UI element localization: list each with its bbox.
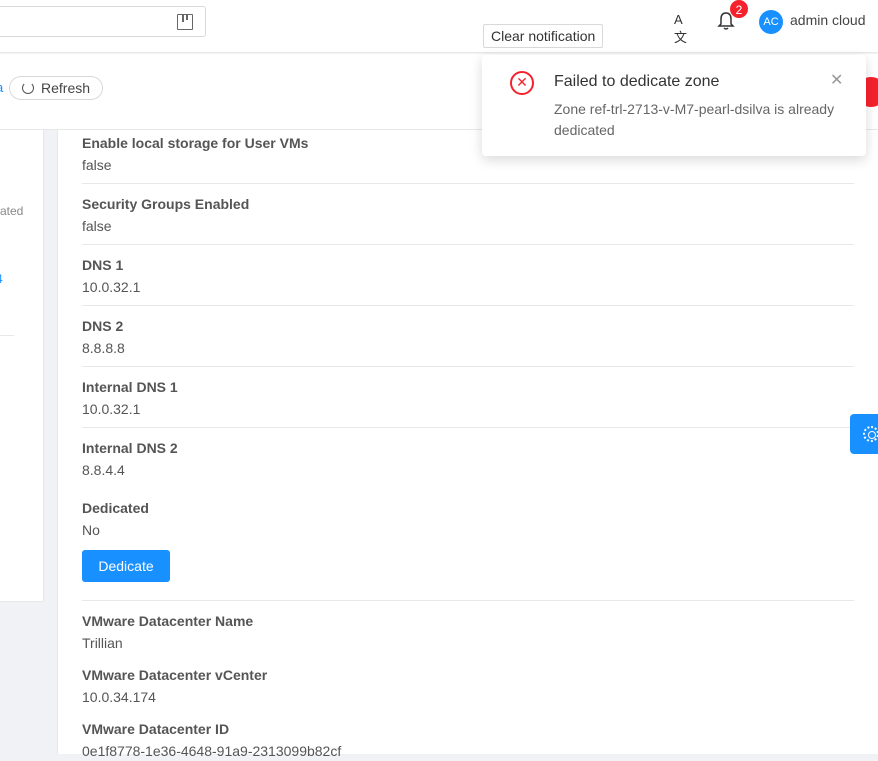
detail-value: 10.0.34.174 <box>82 689 156 705</box>
error-notification: ✕ Failed to dedicate zone Zone ref-trl-2… <box>482 55 866 156</box>
notification-description: Zone ref-trl-2713-v-M7-pearl-dsilva is a… <box>554 101 835 138</box>
detail-value: 8.8.8.8 <box>82 340 125 356</box>
detail-value: 10.0.32.1 <box>82 401 141 417</box>
detail-item: VMware Datacenter ID 0e1f8778-1e36-4648-… <box>82 719 854 761</box>
detail-value: false <box>82 157 112 173</box>
detail-label: VMware Datacenter vCenter <box>82 667 268 683</box>
detail-label: VMware Datacenter Name <box>82 613 254 629</box>
detail-value: No <box>82 522 100 538</box>
detail-label: DNS 2 <box>82 318 124 334</box>
detail-item: DNS 1 10.0.32.1 <box>82 255 854 297</box>
top-header: A文 2 AC admin cloud <box>0 0 878 53</box>
detail-item: Security Groups Enabled false <box>82 194 854 236</box>
clear-notification-button[interactable]: Clear notification <box>483 24 604 48</box>
detail-label: DNS 1 <box>82 257 124 273</box>
detail-item: VMware Datacenter Name Trillian <box>82 611 854 653</box>
detail-value: false <box>82 218 112 234</box>
divider <box>82 183 854 184</box>
detail-value: 10.0.32.1 <box>82 279 141 295</box>
divider <box>0 335 14 336</box>
divider <box>82 600 854 601</box>
notification-count-badge: 2 <box>729 0 749 19</box>
detail-item: Internal DNS 1 10.0.32.1 <box>82 377 854 419</box>
search-filter-icon[interactable] <box>177 14 193 30</box>
detail-label: Internal DNS 2 <box>82 440 178 456</box>
detail-item: Dedicated No <box>82 498 854 540</box>
detail-label: VMware Datacenter ID <box>82 721 230 737</box>
breadcrumb-partial[interactable]: a <box>0 80 3 95</box>
divider <box>82 427 854 428</box>
detail-value: 0e1f8778-1e36-4648-91a9-2313099b82cf <box>82 743 342 759</box>
refresh-label: Refresh <box>41 80 91 96</box>
error-circle-icon: ✕ <box>510 71 534 95</box>
detail-item: VMware Datacenter vCenter 10.0.34.174 <box>82 665 854 707</box>
dedicate-button[interactable]: Dedicate <box>82 550 170 582</box>
left-card-text: ated <box>0 204 24 218</box>
translate-icon[interactable]: A文 <box>674 12 692 45</box>
detail-label: Security Groups Enabled <box>82 196 250 212</box>
refresh-button[interactable]: Refresh <box>9 76 104 100</box>
details-card: Enable local storage for User VMs false … <box>57 130 878 759</box>
divider <box>82 305 854 306</box>
left-info-card: l ated 4 <box>0 130 44 602</box>
detail-label: Internal DNS 1 <box>82 379 178 395</box>
close-icon[interactable]: ✕ <box>830 70 843 90</box>
detail-item: DNS 2 8.8.8.8 <box>82 316 854 358</box>
divider <box>82 244 854 245</box>
avatar[interactable]: AC <box>759 10 783 34</box>
detail-value: 8.8.4.4 <box>82 462 125 478</box>
settings-drawer-tab[interactable] <box>850 414 878 454</box>
detail-value: Trillian <box>82 635 123 651</box>
divider <box>82 366 854 367</box>
gear-icon <box>863 426 878 442</box>
notification-title: Failed to dedicate zone <box>554 73 720 90</box>
left-card-link[interactable]: 4 <box>0 272 3 286</box>
search-input[interactable] <box>0 6 206 37</box>
username[interactable]: admin cloud <box>790 12 866 28</box>
detail-item: Internal DNS 2 8.8.4.4 <box>82 438 854 480</box>
detail-label: Dedicated <box>82 500 149 516</box>
refresh-icon <box>22 82 34 94</box>
